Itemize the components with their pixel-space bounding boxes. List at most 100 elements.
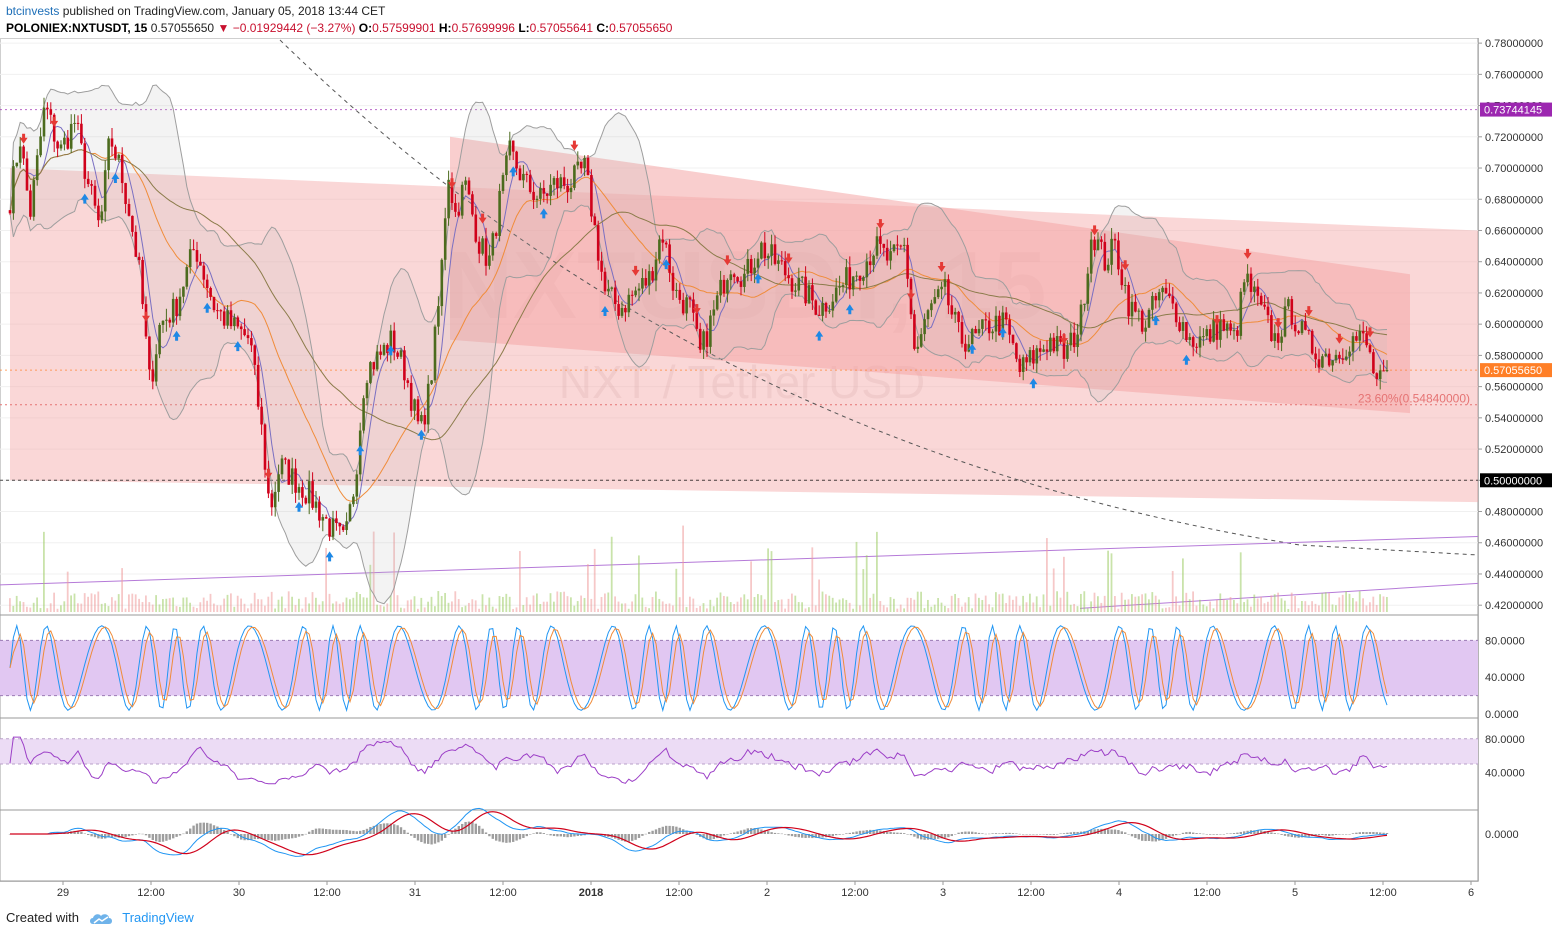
volume-bar	[542, 601, 545, 612]
macd-histogram-bar	[546, 834, 549, 835]
macd-histogram-bar	[906, 834, 909, 835]
candle-body	[182, 286, 185, 297]
candle-body	[1123, 285, 1127, 287]
volume-bar	[63, 601, 66, 612]
macd-histogram-bar	[104, 834, 107, 839]
macd-histogram-bar	[1382, 832, 1385, 834]
volume-bar	[1032, 602, 1035, 612]
candle-body	[1249, 273, 1253, 292]
macd-histogram-bar	[1283, 834, 1287, 836]
volume-bar	[1073, 603, 1075, 612]
macd-histogram-bar	[991, 833, 994, 834]
macd-histogram-bar	[172, 834, 175, 839]
candle-body	[440, 259, 444, 307]
candle-body	[1331, 360, 1334, 366]
volume-bar	[808, 607, 810, 612]
chart-canvas[interactable]: NXTUSDT, 15NXT / Tether USD23.60%(0.5484…	[0, 0, 1556, 937]
volume-bar	[706, 608, 708, 612]
tradingview-cloud-icon	[89, 913, 112, 924]
macd-histogram-bar	[512, 834, 515, 842]
candle-body	[1304, 321, 1307, 330]
volume-bar	[260, 599, 263, 612]
volume-bar	[553, 601, 555, 612]
volume-bar	[1066, 591, 1069, 612]
volume-bar	[1328, 593, 1330, 612]
candle-body	[1198, 336, 1202, 348]
macd-histogram-bar	[1015, 833, 1018, 834]
volume-bar	[522, 605, 525, 612]
volume-bar	[920, 591, 922, 612]
volume-bar	[291, 596, 293, 612]
macd-histogram-bar	[988, 833, 991, 835]
candle-body	[586, 157, 590, 176]
candle-body	[1276, 333, 1280, 343]
candle-body	[413, 399, 416, 411]
macd-histogram-bar	[158, 834, 161, 842]
macd-histogram-bar	[1229, 833, 1232, 834]
candle-body	[66, 137, 70, 149]
volume-bar	[621, 603, 623, 612]
volume-bar	[355, 591, 358, 612]
candle-body	[63, 137, 66, 145]
volume-bar	[726, 596, 729, 612]
macd-histogram-bar	[444, 834, 447, 838]
volume-bar	[461, 607, 463, 612]
price-tick-label: 0.42000000	[1485, 600, 1543, 612]
macd-histogram-bar	[964, 831, 967, 834]
macd-histogram-bar	[631, 834, 634, 841]
candle-body	[671, 272, 675, 291]
volume-bar	[780, 599, 783, 612]
volume-bar	[396, 595, 399, 612]
volume-bar	[913, 599, 916, 612]
volume-bar	[1284, 600, 1286, 612]
volume-bar	[580, 595, 582, 612]
macd-histogram-bar	[501, 834, 505, 843]
candle-body	[1021, 357, 1025, 372]
macd-histogram-bar	[216, 826, 219, 834]
macd-histogram-bar	[573, 834, 576, 837]
volume-bar	[753, 597, 756, 612]
volume-bar	[26, 606, 28, 612]
volume-bar	[597, 608, 599, 612]
candle-body	[892, 244, 896, 252]
volume-bar	[695, 607, 698, 612]
candle-body	[396, 352, 399, 357]
candle-body	[1079, 304, 1083, 335]
volume-bar	[1273, 594, 1276, 612]
candle-body	[889, 251, 892, 261]
volume-bar	[379, 605, 382, 612]
volume-bar	[29, 607, 32, 612]
candle-body	[494, 233, 498, 236]
volume-bar	[359, 594, 361, 612]
candle-body	[1185, 322, 1188, 341]
candle-body	[498, 190, 501, 236]
volume-bar	[729, 602, 732, 612]
candle-body	[933, 297, 937, 304]
macd-histogram-bar	[845, 833, 848, 834]
macd-histogram-bar	[549, 834, 552, 836]
volume-bar	[1154, 595, 1157, 612]
volume-bar	[835, 602, 837, 612]
volume-bar	[736, 601, 739, 612]
volume-bar	[1338, 597, 1341, 612]
macd-histogram-bar	[739, 830, 743, 834]
candle-body	[236, 317, 240, 327]
volume-bar	[702, 603, 705, 612]
macd-histogram-bar	[229, 834, 233, 835]
candle-body	[426, 383, 430, 425]
volume-bar	[998, 594, 1001, 612]
macd-histogram-bar	[913, 834, 916, 837]
macd-histogram-bar	[1011, 833, 1015, 834]
volume-bar	[937, 597, 939, 612]
volume-bar	[434, 606, 436, 612]
macd-histogram-bar	[525, 834, 528, 837]
candle-body	[253, 345, 257, 365]
candle-body	[430, 380, 433, 384]
tradingview-brand-link[interactable]: TradingView	[122, 910, 194, 925]
volume-bar	[1209, 601, 1211, 612]
volume-bar	[825, 594, 827, 612]
macd-histogram-bar	[733, 832, 736, 834]
volume-bar	[1352, 598, 1354, 612]
candle-body	[1338, 354, 1341, 359]
candle-body	[777, 260, 780, 264]
